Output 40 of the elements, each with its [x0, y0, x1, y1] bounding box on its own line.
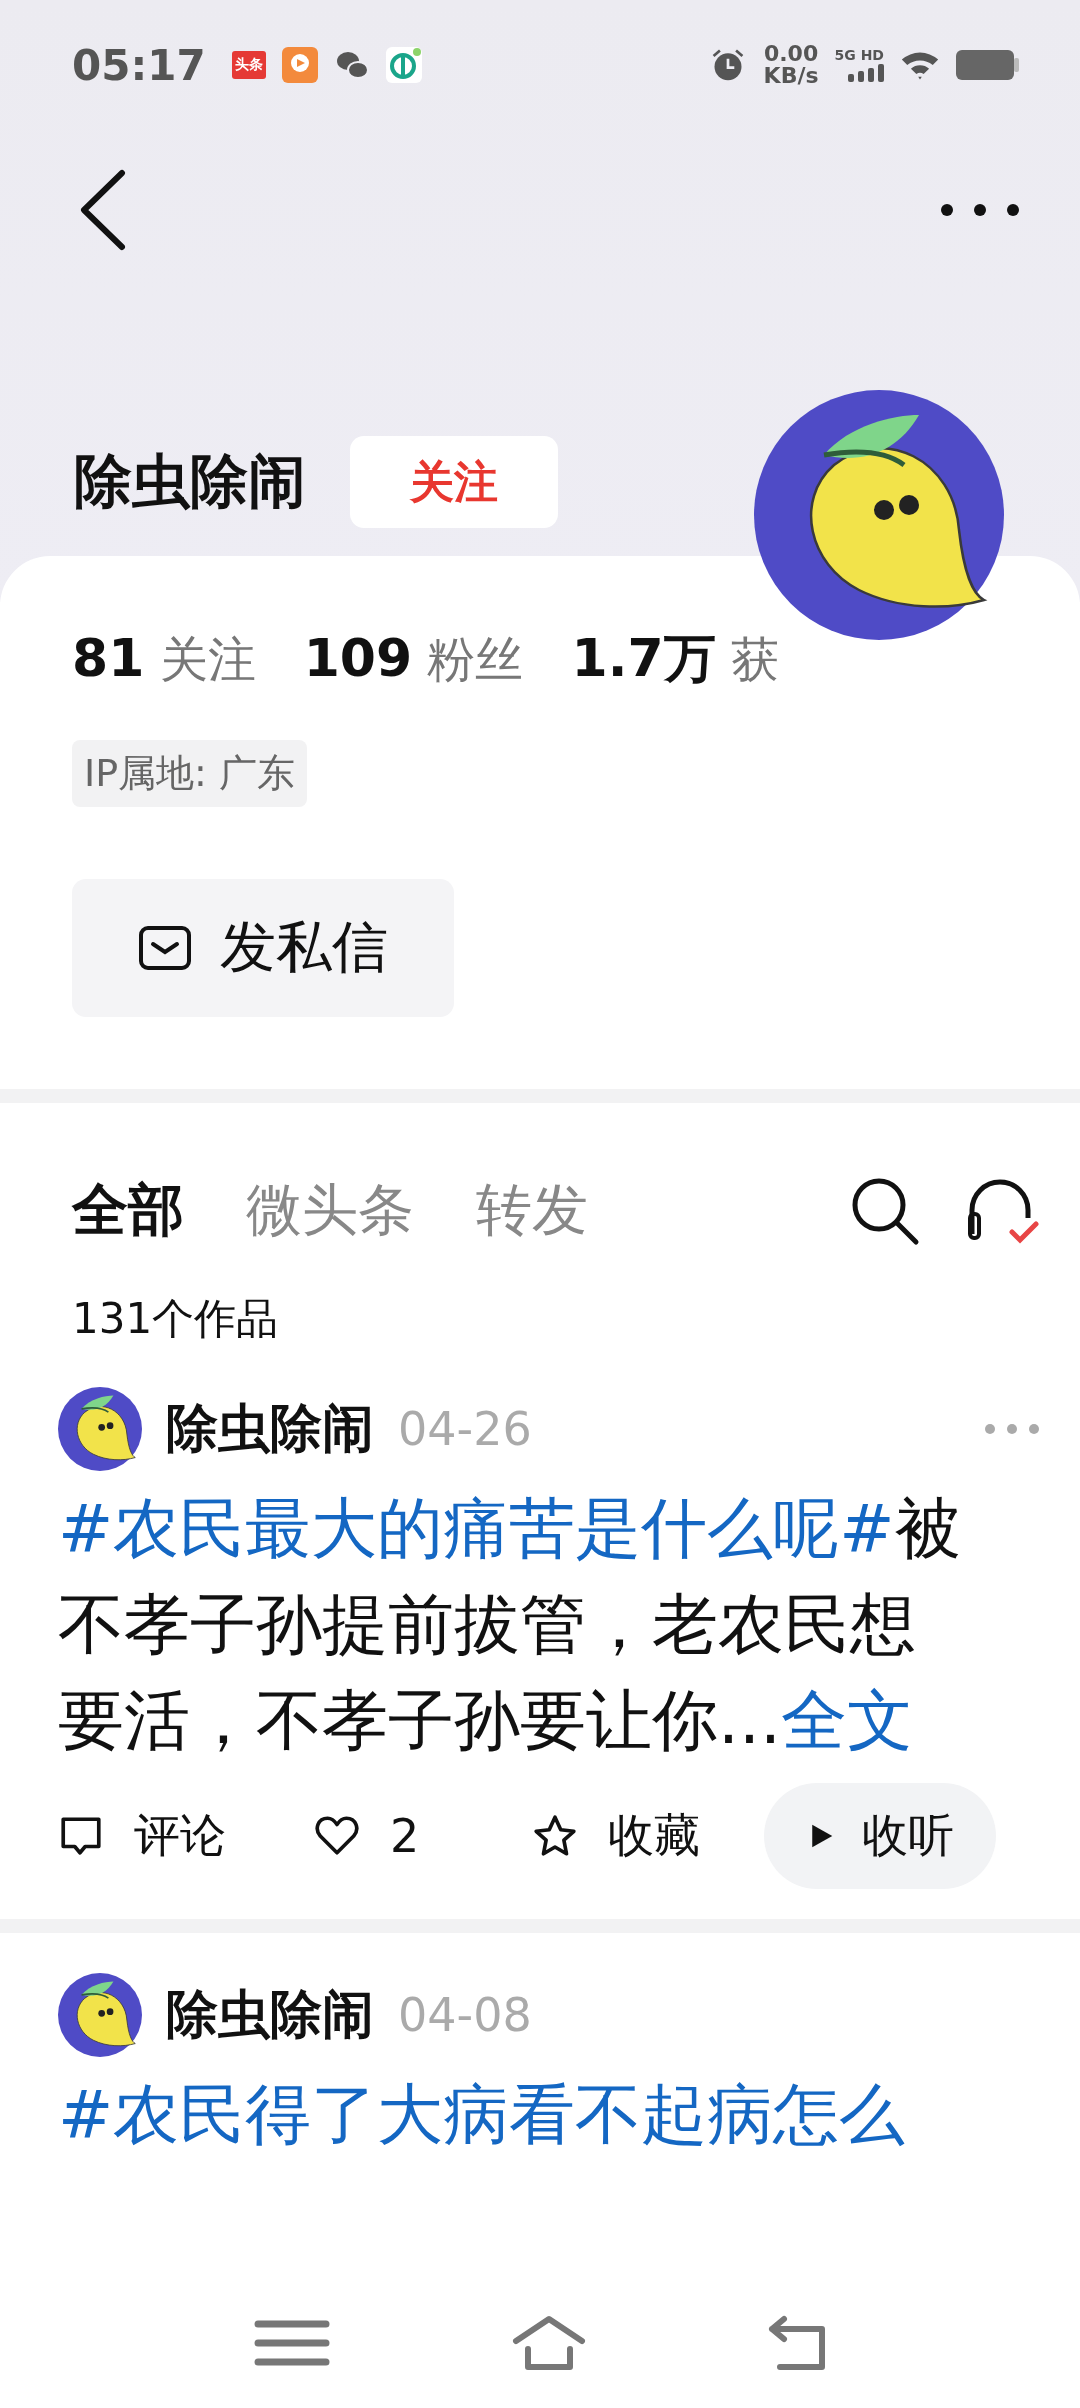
battery-icon — [956, 48, 1020, 82]
favorite-button[interactable]: 收藏 — [532, 1805, 764, 1867]
tab[interactable]: 微头条 — [246, 1173, 414, 1249]
signal-icon — [848, 64, 884, 82]
tab[interactable]: 转发 — [476, 1173, 588, 1249]
back-nav-icon[interactable] — [766, 2315, 828, 2371]
post-text[interactable]: #农民最大的痛苦是什么呢#被不孝子孙提前拔管，老农民想要活，不孝子孙要让你...全文 — [58, 1481, 970, 1769]
menu-icon[interactable] — [252, 2318, 332, 2368]
follow-button[interactable]: 关注 — [350, 436, 558, 528]
home-icon[interactable] — [512, 2315, 586, 2371]
author-name[interactable]: 除虫除闹 — [166, 1980, 374, 2050]
profile-name: 除虫除闹 — [74, 446, 306, 517]
hashtag-link[interactable]: #农民得了大病看不起病怎么 — [58, 2076, 906, 2153]
hashtag-link[interactable]: #农民最大的痛苦是什么呢# — [58, 1490, 895, 1567]
bank-app-icon — [385, 47, 422, 83]
star-icon — [532, 1813, 578, 1859]
listen-button[interactable]: 收听 — [764, 1783, 996, 1889]
full-text-link[interactable]: 全文 — [780, 1682, 913, 1759]
post-date: 04-08 — [398, 1988, 532, 2042]
works-count: 131个作品 — [71, 1293, 280, 1345]
stat-item[interactable]: 109 粉丝 — [303, 628, 524, 692]
envelope-icon — [138, 925, 192, 971]
ip-location-tag: IP属地: 广东 — [72, 740, 307, 807]
like-button[interactable]: 2 — [314, 1809, 532, 1863]
back-icon[interactable] — [78, 169, 128, 251]
network-speed: 0.00 — [763, 43, 819, 65]
post-date: 04-26 — [398, 1402, 532, 1456]
more-icon[interactable] — [940, 203, 1020, 217]
app-notification-icon: 头条 — [231, 51, 266, 79]
post-text[interactable]: #农民得了大病看不起病怎么 — [58, 2067, 1068, 2163]
status-time: 05:17 — [72, 40, 206, 90]
stat-item[interactable]: 81 关注 — [72, 628, 256, 692]
tab[interactable]: 全部 — [72, 1173, 184, 1249]
comment-button[interactable]: 评论 — [58, 1805, 314, 1867]
author-name[interactable]: 除虫除闹 — [166, 1394, 374, 1464]
stat-item[interactable]: 1.7万 获 — [571, 624, 779, 694]
network-speed-unit: KB/s — [763, 65, 819, 87]
video-app-icon — [281, 47, 318, 83]
network-type-label: 5G HD — [834, 48, 884, 62]
message-button[interactable]: 发私信 — [72, 879, 454, 1017]
